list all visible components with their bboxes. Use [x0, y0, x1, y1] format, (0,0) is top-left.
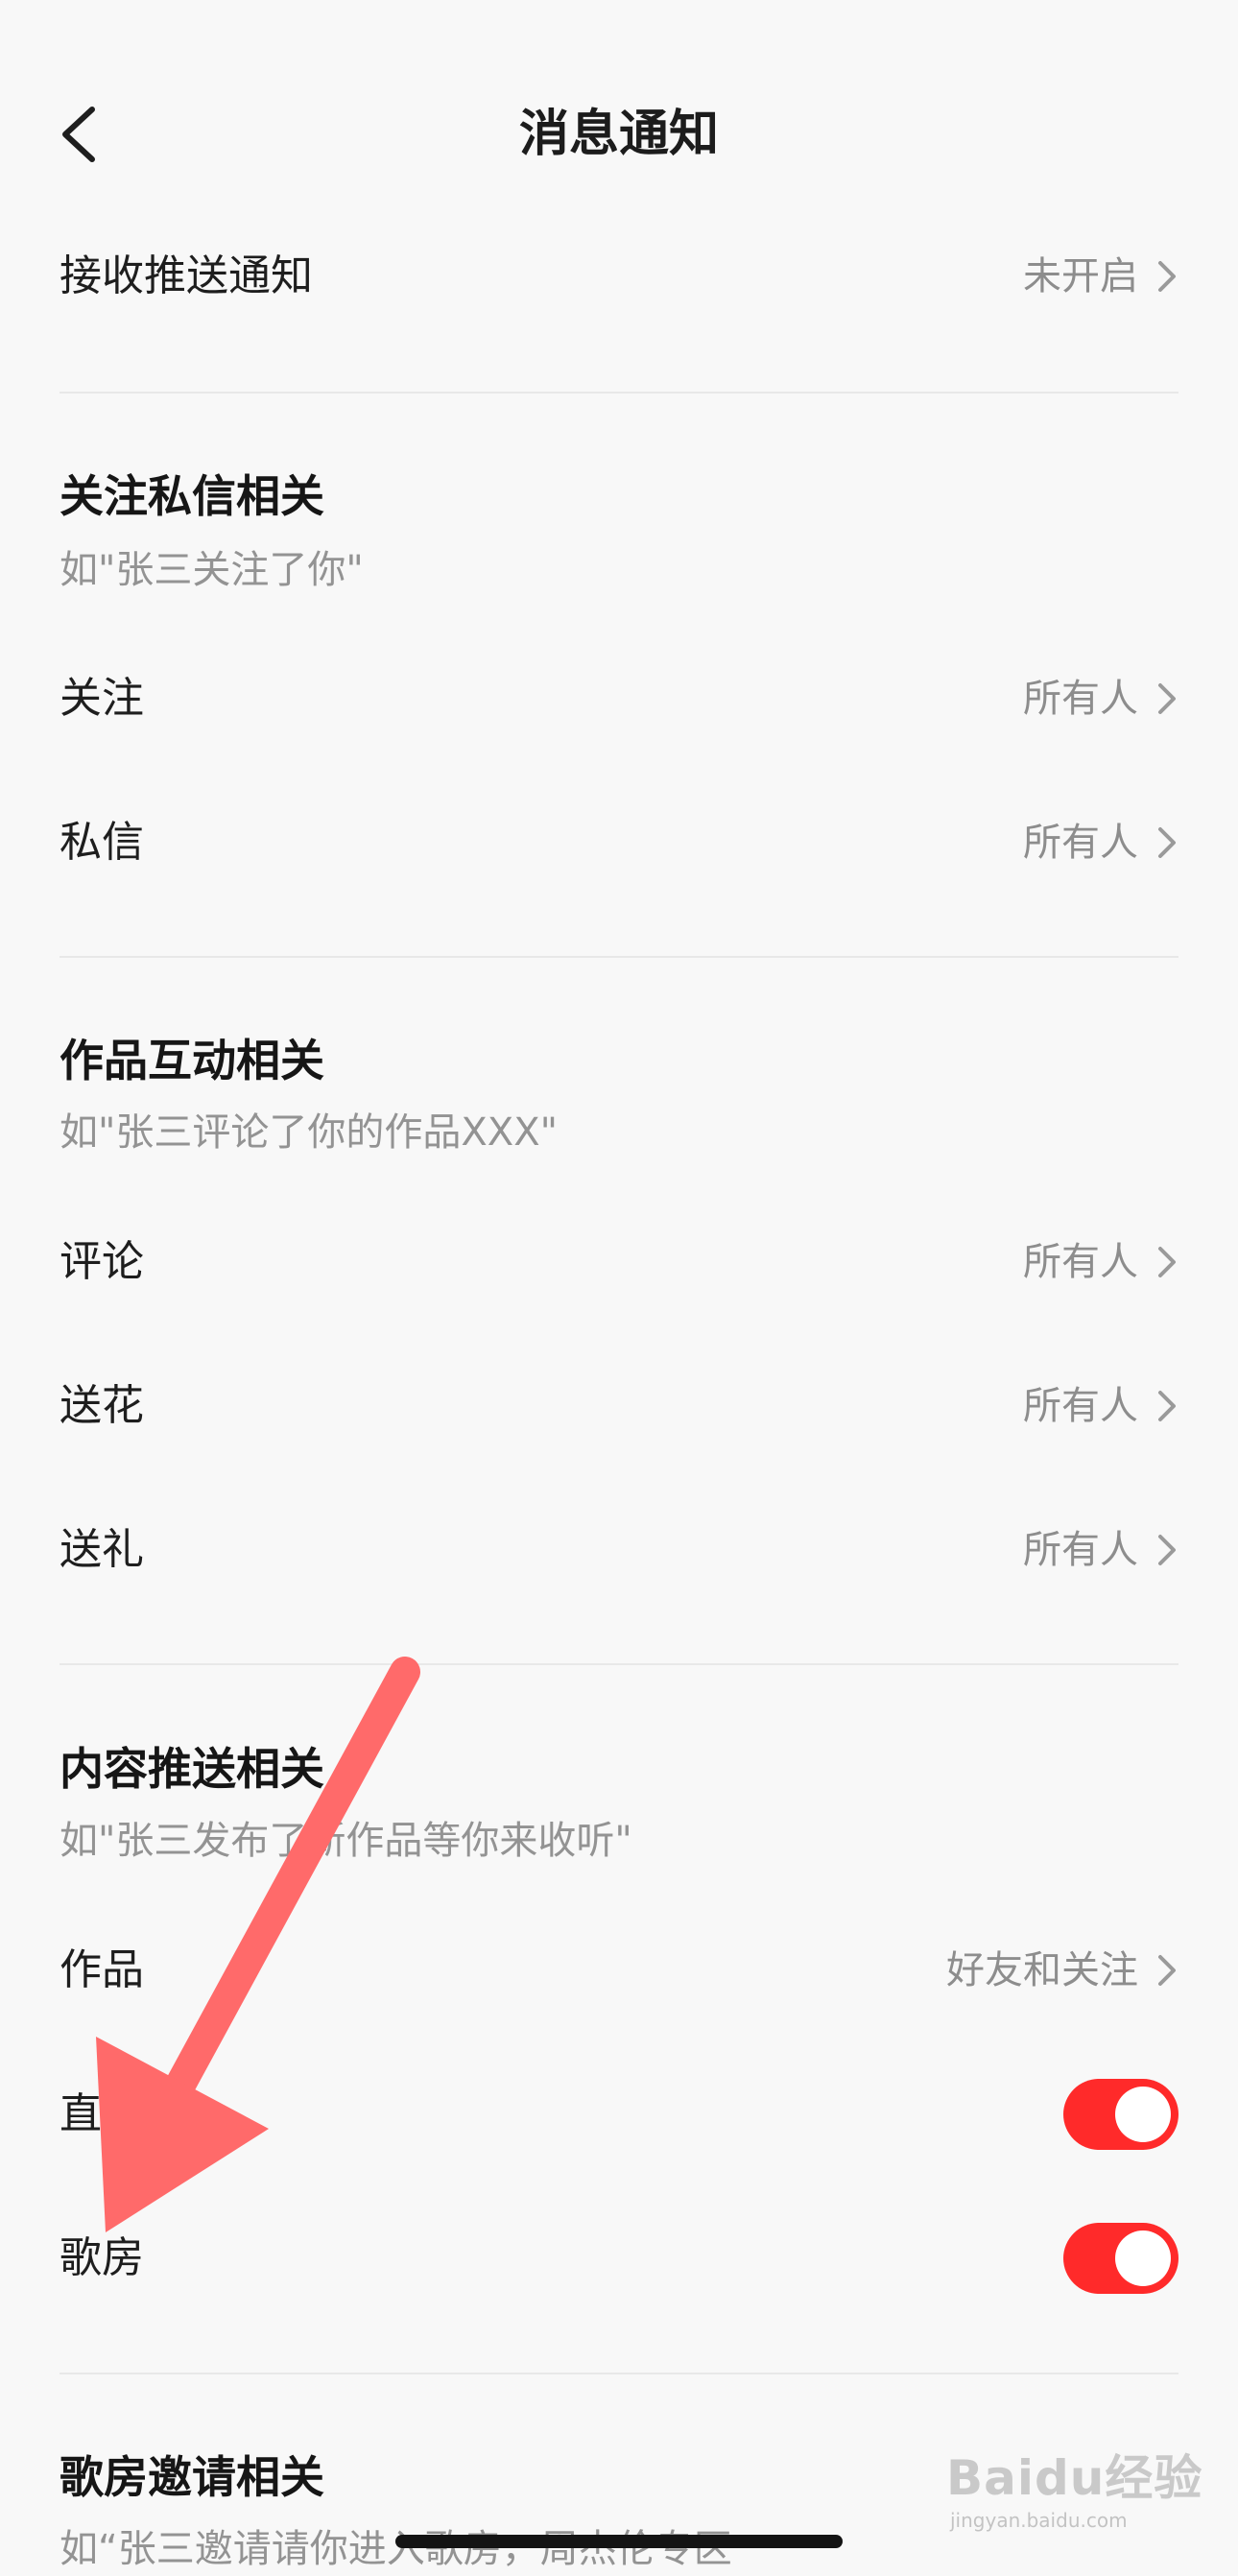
works-value: 好友和关注: [946, 1948, 1138, 1992]
section-desc-content-push: 如"张三发布了新作品等你来收听": [60, 1819, 632, 1863]
section-title-song-room-invite: 歌房邀请相关: [60, 2451, 324, 2503]
push-notification-label: 接收推送通知: [60, 251, 313, 300]
chevron-right-icon: [1155, 1531, 1178, 1569]
chevron-right-icon: [1155, 1243, 1178, 1281]
toggle-knob: [1115, 2087, 1171, 2142]
section-desc-works-interaction: 如"张三评论了你的作品XXX": [60, 1110, 559, 1155]
divider: [60, 1663, 1178, 1665]
dm-value: 所有人: [1023, 821, 1138, 865]
chevron-right-icon: [1155, 1387, 1178, 1425]
section-desc-follow-dm: 如"张三关注了你": [60, 548, 364, 592]
dm-label: 私信: [60, 818, 144, 867]
follow-value: 所有人: [1023, 677, 1138, 721]
section-title-follow-dm: 关注私信相关: [60, 470, 324, 522]
song-room-toggle[interactable]: [1063, 2223, 1178, 2294]
watermark-url: jingyan.baidu.com: [950, 2509, 1128, 2532]
section-desc-song-room-invite: 如“张三邀请请你进入歌房，周杰伦专区: [60, 2527, 732, 2571]
follow-label: 关注: [60, 674, 144, 723]
baidu-watermark-logo: Baidu经验 jingyan.baidu.com: [946, 2440, 1202, 2545]
toggle-knob: [1115, 2230, 1171, 2286]
divider: [60, 392, 1178, 394]
song-room-label: 歌房: [60, 2233, 144, 2282]
send-gift-label: 送礼: [60, 1525, 144, 1574]
divider: [60, 2373, 1178, 2374]
chevron-right-icon: [1155, 257, 1178, 296]
comment-value: 所有人: [1023, 1240, 1138, 1284]
watermark-brand: Baidu经验: [946, 2450, 1203, 2506]
live-toggle[interactable]: [1063, 2079, 1178, 2150]
chevron-right-icon: [1155, 1951, 1178, 1990]
section-title-works-interaction: 作品互动相关: [60, 1035, 324, 1086]
send-gift-value: 所有人: [1023, 1528, 1138, 1572]
live-label: 直播: [60, 2089, 144, 2138]
section-title-content-push: 内容推送相关: [60, 1743, 324, 1795]
push-notification-value: 未开启: [1023, 254, 1138, 298]
page-title: 消息通知: [518, 106, 719, 163]
chevron-right-icon: [1155, 823, 1178, 862]
chevron-right-icon: [1155, 680, 1178, 718]
home-indicator[interactable]: [395, 2535, 843, 2548]
comment-label: 评论: [60, 1237, 144, 1286]
send-flower-label: 送花: [60, 1381, 144, 1430]
send-flower-value: 所有人: [1023, 1384, 1138, 1428]
divider: [60, 956, 1178, 958]
works-label: 作品: [60, 1945, 144, 1994]
